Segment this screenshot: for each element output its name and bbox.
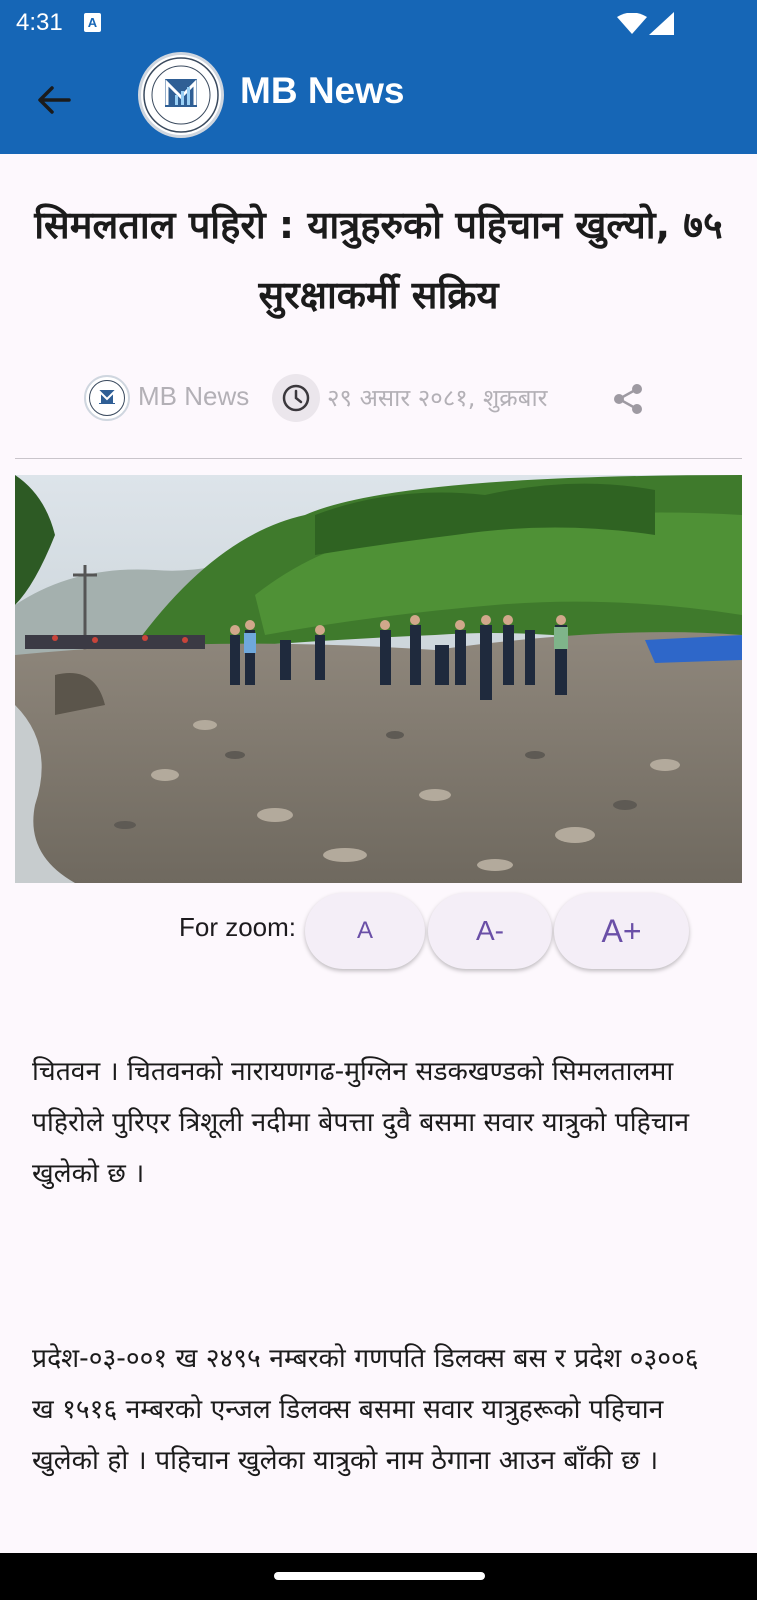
- landslide-photo: [15, 475, 742, 883]
- home-gesture-handle[interactable]: [274, 1572, 485, 1580]
- article-paragraph: प्रदेश-०३-००१ ख २४९५ नम्बरको गणपति डिलक्…: [32, 1343, 699, 1476]
- a-notification-icon: A: [84, 13, 101, 32]
- app-bar: MB News: [0, 46, 757, 154]
- zoom-reset-button[interactable]: A: [305, 893, 425, 969]
- source-logo: [84, 375, 130, 421]
- zoom-increase-label: A+: [601, 912, 642, 949]
- article-image[interactable]: [15, 475, 742, 883]
- zoom-increase-button[interactable]: A+: [554, 893, 689, 969]
- app-logo: [138, 52, 224, 138]
- status-time: 4:31: [16, 9, 63, 36]
- wifi-icon: [617, 13, 647, 34]
- share-button[interactable]: [608, 379, 648, 419]
- publish-date: २९ असार २०८१, शुक्रबार: [327, 384, 548, 412]
- system-nav-bar: [0, 1553, 757, 1600]
- divider: [15, 458, 742, 459]
- clock-badge: [272, 374, 320, 422]
- article-paragraph: चितवन । चितवनको नारायणगढ-मुग्लिन सडकखण्ड…: [32, 1056, 690, 1189]
- zoom-reset-label: A: [356, 917, 373, 944]
- mb-logo-icon: [143, 57, 219, 133]
- zoom-controls: For zoom: A A- A+: [0, 890, 757, 970]
- clock-icon: [282, 384, 310, 412]
- zoom-decrease-button[interactable]: A-: [428, 893, 552, 969]
- mb-logo-small-icon: [89, 380, 125, 416]
- status-bar: 4:31 A: [0, 0, 757, 46]
- signal-icon: [649, 12, 674, 35]
- source-name: MB News: [138, 381, 250, 411]
- back-button[interactable]: [28, 74, 80, 126]
- app-title: MB News: [240, 70, 405, 111]
- share-icon: [614, 384, 642, 414]
- article-headline: सिमलताल पहिरो : यात्रुहरुको पहिचान खुल्य…: [34, 203, 723, 317]
- zoom-decrease-label: A-: [476, 915, 504, 946]
- article-meta: MB News २९ असार २०८१, शुक्रबार: [0, 373, 757, 423]
- zoom-label: For zoom:: [179, 912, 297, 942]
- arrow-left-icon: [38, 86, 71, 114]
